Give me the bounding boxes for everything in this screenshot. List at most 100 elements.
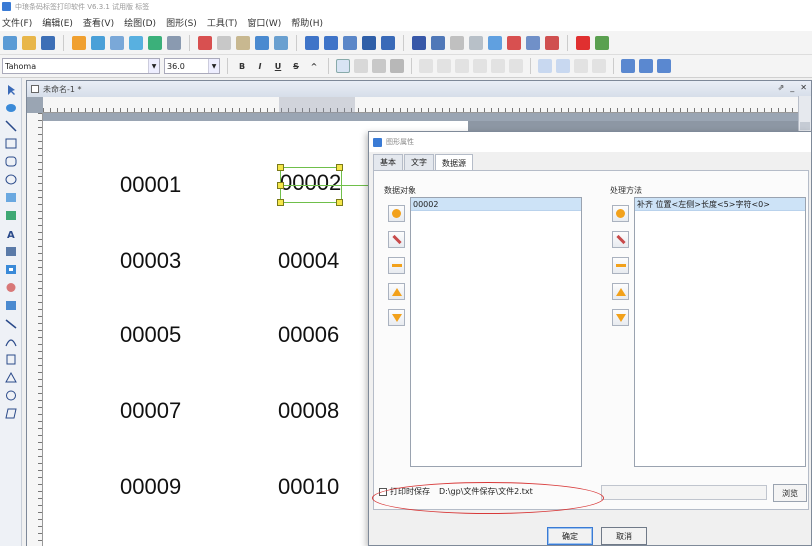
label-text-7[interactable]: 00007 bbox=[120, 398, 181, 424]
send-back-icon[interactable] bbox=[507, 35, 521, 50]
label-text-5[interactable]: 00005 bbox=[120, 322, 181, 348]
save-icon[interactable] bbox=[41, 35, 55, 50]
unlock-icon[interactable] bbox=[469, 35, 483, 50]
circle-tool-icon[interactable] bbox=[5, 389, 17, 402]
menu-tools[interactable]: 工具(T) bbox=[207, 16, 238, 29]
list-item[interactable]: 补齐 位置<左侧>长度<5>字符<0> bbox=[635, 198, 805, 211]
strikethrough-icon[interactable]: S bbox=[289, 59, 303, 73]
font-size-select[interactable]: 36.0 ▼ bbox=[164, 58, 220, 74]
zoom-fit-icon[interactable] bbox=[343, 35, 357, 50]
same-height-icon[interactable] bbox=[556, 59, 570, 73]
group-icon[interactable] bbox=[412, 35, 426, 50]
font-select[interactable]: Tahoma ▼ bbox=[2, 58, 160, 74]
move-down-data-button[interactable] bbox=[388, 309, 405, 326]
redo-icon[interactable] bbox=[274, 35, 288, 50]
menu-edit[interactable]: 编辑(E) bbox=[42, 16, 73, 29]
chevron-down-icon[interactable]: ▼ bbox=[148, 59, 159, 73]
round-rect-tool-icon[interactable] bbox=[5, 155, 17, 168]
list-item[interactable]: 00002 bbox=[411, 198, 581, 211]
align-middle-icon[interactable] bbox=[491, 59, 505, 73]
battery-icon[interactable] bbox=[595, 35, 609, 50]
undo-icon[interactable] bbox=[255, 35, 269, 50]
resize-handle[interactable] bbox=[277, 182, 284, 189]
tab-data-source[interactable]: 数据源 bbox=[435, 154, 473, 171]
align-icon[interactable] bbox=[526, 35, 540, 50]
resize-handle[interactable] bbox=[277, 199, 284, 206]
settings-icon[interactable] bbox=[167, 35, 181, 50]
chevron-down-icon[interactable]: ▼ bbox=[208, 59, 219, 73]
copy-icon[interactable] bbox=[217, 35, 231, 50]
label-text-8[interactable]: 00008 bbox=[278, 398, 339, 424]
ellipse-select-icon[interactable] bbox=[5, 101, 17, 114]
align-top-icon[interactable] bbox=[473, 59, 487, 73]
distribute-icon[interactable] bbox=[545, 35, 559, 50]
underline-icon[interactable]: U bbox=[271, 59, 285, 73]
italic-icon[interactable]: I bbox=[253, 59, 267, 73]
print-preview-icon[interactable] bbox=[91, 35, 105, 50]
image-tool-icon[interactable] bbox=[5, 191, 17, 204]
database-icon[interactable] bbox=[129, 35, 143, 50]
line-tool-icon[interactable] bbox=[4, 119, 17, 132]
remove-data-button[interactable] bbox=[388, 257, 405, 274]
align-center-icon[interactable] bbox=[437, 59, 451, 73]
label-text-1[interactable]: 00001 bbox=[120, 172, 181, 198]
bring-front-icon[interactable] bbox=[488, 35, 502, 50]
rotate-left-icon[interactable] bbox=[621, 59, 635, 73]
cancel-button[interactable]: 取消 bbox=[601, 527, 647, 545]
rectangle-tool-icon[interactable] bbox=[5, 137, 17, 150]
v-space-icon[interactable] bbox=[592, 59, 606, 73]
zoom-out-icon[interactable] bbox=[324, 35, 338, 50]
text-vertical-icon[interactable] bbox=[354, 59, 368, 73]
print-icon[interactable] bbox=[72, 35, 86, 50]
tab-text[interactable]: 文字 bbox=[404, 154, 434, 170]
text-horizontal-icon[interactable] bbox=[336, 59, 350, 73]
arc-tool-icon[interactable] bbox=[4, 335, 17, 348]
stop-icon[interactable] bbox=[576, 35, 590, 50]
restore-icon[interactable]: ⇗ bbox=[778, 83, 785, 92]
ellipse-tool-icon[interactable] bbox=[5, 173, 17, 186]
zoom-in-icon[interactable] bbox=[305, 35, 319, 50]
scrollbar-thumb[interactable] bbox=[800, 122, 810, 130]
move-up-process-button[interactable] bbox=[612, 283, 629, 300]
menu-help[interactable]: 帮助(H) bbox=[291, 16, 323, 29]
move-down-process-button[interactable] bbox=[612, 309, 629, 326]
new-icon[interactable] bbox=[3, 35, 17, 50]
minimize-icon[interactable]: _ bbox=[790, 83, 794, 92]
label-text-6[interactable]: 00006 bbox=[278, 322, 339, 348]
close-icon[interactable]: ✕ bbox=[800, 83, 807, 92]
save-path-field[interactable] bbox=[601, 485, 767, 500]
edit-process-button[interactable] bbox=[612, 231, 629, 248]
flip-icon[interactable] bbox=[657, 59, 671, 73]
resize-handle[interactable] bbox=[336, 164, 343, 171]
qrcode-tool-icon[interactable] bbox=[5, 263, 17, 276]
h-space-icon[interactable] bbox=[574, 59, 588, 73]
grid-icon[interactable] bbox=[362, 35, 376, 50]
page-setup-icon[interactable] bbox=[110, 35, 124, 50]
picture-tool-icon[interactable] bbox=[5, 209, 17, 222]
move-up-data-button[interactable] bbox=[388, 283, 405, 300]
parallelogram-tool-icon[interactable] bbox=[4, 407, 17, 420]
edit-data-button[interactable] bbox=[388, 231, 405, 248]
cut-icon[interactable] bbox=[198, 35, 212, 50]
rotate-right-icon[interactable] bbox=[639, 59, 653, 73]
browse-button[interactable]: 浏览 bbox=[773, 484, 807, 502]
text-tool-icon[interactable]: A bbox=[5, 227, 17, 240]
menu-shape[interactable]: 图形(S) bbox=[166, 16, 197, 29]
snap-icon[interactable] bbox=[381, 35, 395, 50]
ok-button[interactable]: 确定 bbox=[547, 527, 593, 545]
barcode-tool-icon[interactable] bbox=[5, 245, 17, 258]
data-objects-list[interactable]: 00002 bbox=[410, 197, 582, 467]
add-process-button[interactable] bbox=[612, 205, 629, 222]
label-text-10[interactable]: 00010 bbox=[278, 474, 339, 500]
diagonal-line-icon[interactable] bbox=[5, 317, 17, 330]
export-icon[interactable] bbox=[148, 35, 162, 50]
pointer-icon[interactable] bbox=[5, 83, 17, 96]
triangle-tool-icon[interactable] bbox=[4, 371, 17, 384]
text-wrap-icon[interactable] bbox=[372, 59, 386, 73]
bold-icon[interactable]: B bbox=[235, 59, 249, 73]
resize-handle[interactable] bbox=[277, 164, 284, 171]
ungroup-icon[interactable] bbox=[431, 35, 445, 50]
shape-tool-icon[interactable] bbox=[5, 281, 17, 294]
open-icon[interactable] bbox=[22, 35, 36, 50]
label-text-9[interactable]: 00009 bbox=[120, 474, 181, 500]
